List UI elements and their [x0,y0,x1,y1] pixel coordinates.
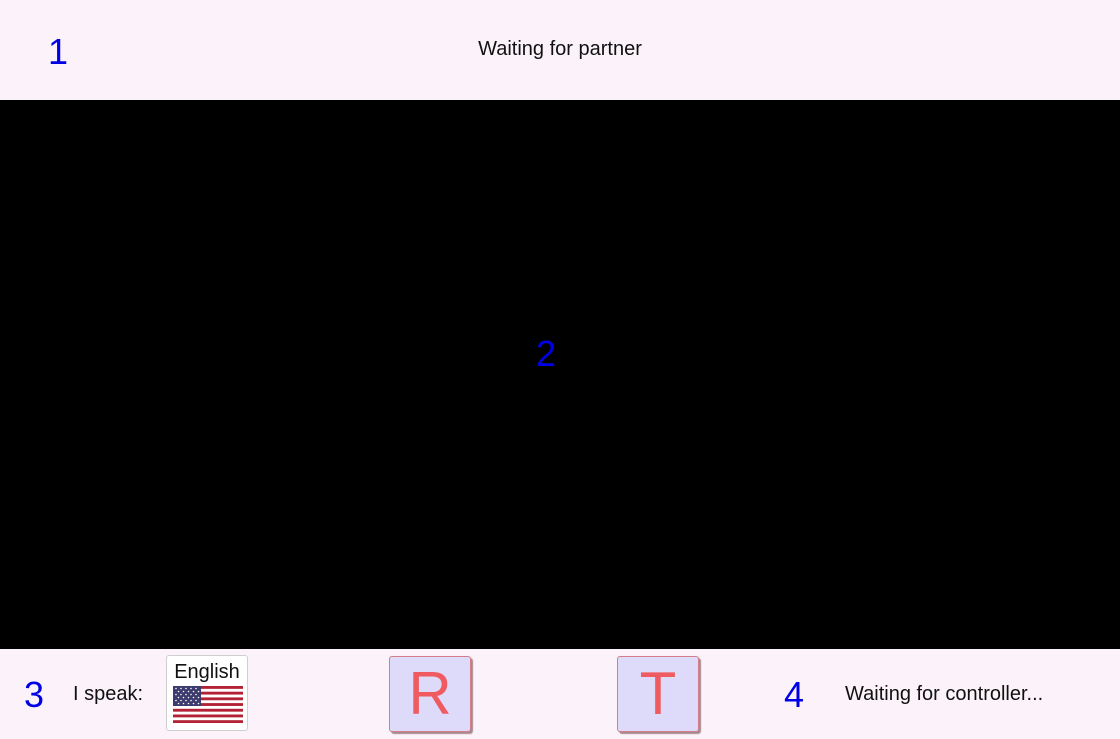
top-bar: 1 Waiting for partner [0,0,1120,100]
region-marker-2: 2 [536,333,557,374]
region-marker-4: 4 [784,674,805,715]
video-area: 2 [0,100,1120,649]
language-button[interactable]: English [166,655,248,731]
bottom-bar: 3 I speak: English R T 4 Waiting for con… [0,649,1120,739]
controller-status: Waiting for controller... [845,683,1044,705]
speak-label: I speak: [73,683,144,705]
language-label: English [174,661,240,683]
r-button[interactable]: R [389,656,471,732]
partner-status: Waiting for partner [478,38,642,60]
t-button[interactable]: T [617,656,699,732]
us-flag-icon [173,686,243,723]
region-marker-3: 3 [24,674,45,715]
